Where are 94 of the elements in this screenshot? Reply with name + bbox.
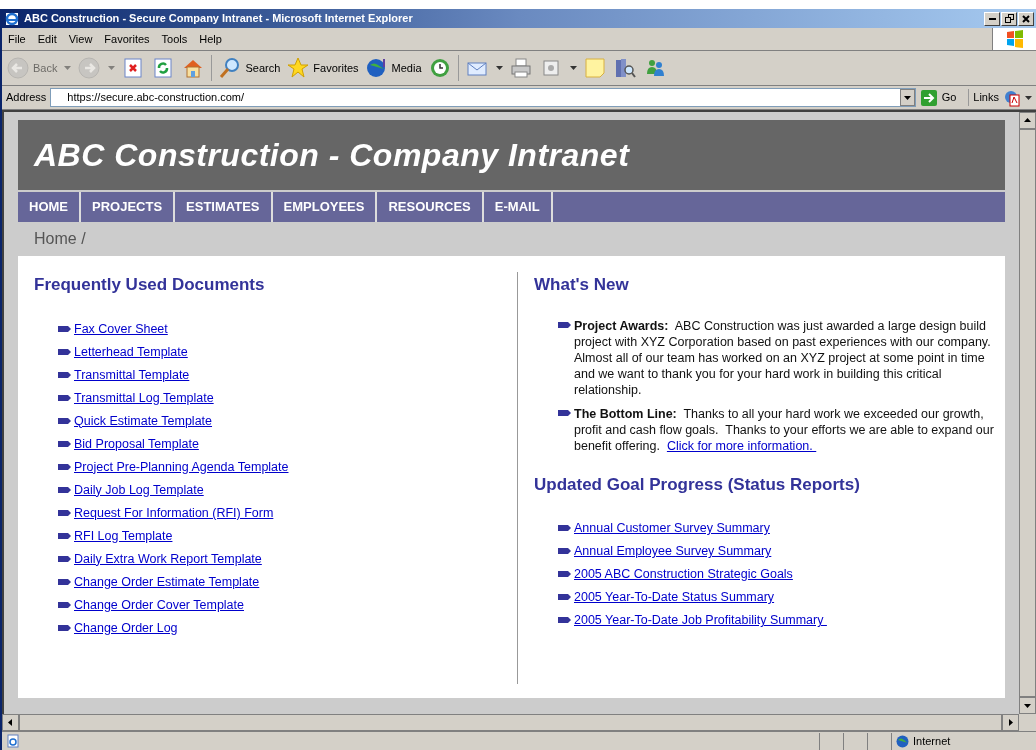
restore-button[interactable] — [1001, 11, 1017, 26]
bullet-icon — [558, 617, 571, 623]
scroll-right-icon[interactable] — [1002, 714, 1019, 731]
section-heading: What's New — [534, 274, 630, 296]
document-link[interactable]: Transmittal Template — [74, 365, 190, 384]
scroll-left-icon[interactable] — [2, 714, 19, 731]
nav-tab[interactable]: E-MAIL — [483, 192, 553, 222]
pdf-icon[interactable] — [1003, 88, 1021, 107]
bullet-icon — [58, 601, 71, 608]
dropdown-arrow-icon — [108, 66, 116, 70]
favorites-button[interactable]: Favorites — [286, 56, 359, 80]
menu-item[interactable]: Help — [193, 30, 228, 48]
globe-icon — [896, 734, 909, 748]
document-link[interactable]: Letterhead Template — [74, 342, 188, 361]
site-title: ABC Construction - Company Intranet — [34, 136, 630, 175]
dropdown-arrow-icon[interactable] — [903, 95, 911, 100]
section-heading: Frequently Used Documents — [34, 274, 266, 296]
bullet-icon — [558, 409, 571, 416]
print-button[interactable] — [508, 56, 533, 80]
bullet-icon — [558, 571, 571, 577]
note-icon — [582, 56, 607, 80]
document-link[interactable]: Change Order Cover Template — [74, 595, 244, 614]
document-link[interactable]: Annual Employee Survey Summary — [574, 542, 772, 560]
nav-tab[interactable]: EMPLOYEES — [272, 192, 378, 222]
document-link[interactable]: 2005 ABC Construction Strategic Goals — [574, 565, 793, 583]
document-link[interactable]: 2005 Year-To-Date Job Profitability Summary — [574, 611, 827, 629]
news-paragraph: The Bottom Line: Thanks to all your hard work we exceeded our growth, profit and cash flow goals. Thanks to your efforts we are able to expand our benefit offering. Click for more information. — [574, 405, 995, 454]
dropdown-arrow-icon — [569, 66, 577, 70]
bullet-icon — [58, 463, 71, 470]
menu-item[interactable]: Favorites — [98, 30, 156, 48]
bullet-icon — [58, 440, 71, 447]
bullet-icon — [558, 525, 571, 531]
window-title: ABC Construction - Secure Company Intranet - Microsoft Internet Explorer — [24, 11, 413, 27]
nav-tab[interactable]: ESTIMATES — [175, 192, 273, 222]
menu-item[interactable]: View — [62, 30, 99, 48]
document-link[interactable]: Fax Cover Sheet — [74, 319, 168, 338]
document-link[interactable]: Bid Proposal Template — [74, 434, 199, 453]
menu-item[interactable]: Edit — [31, 30, 63, 48]
more-info-link[interactable]: Click for more information. — [666, 438, 817, 453]
section-heading: Updated Goal Progress (Status Reports) — [534, 473, 861, 496]
star-icon — [286, 56, 311, 80]
document-link[interactable]: Request For Information (RFI) Form — [74, 503, 274, 522]
address-field[interactable]: https://secure.abc-construction.com/ — [50, 88, 916, 107]
bullet-icon — [58, 486, 71, 493]
scroll-down-icon[interactable] — [1019, 697, 1036, 714]
nav-tab[interactable]: HOME — [18, 192, 81, 222]
news-paragraph: Project Awards: ABC Construction was just awarded a large design build project with XYZ Corporation based on past experiences with our company. Almost all of our team has worked on an XYZ project at some point in time and we want to thank you for your hard work in building this critical relationship. — [574, 317, 992, 398]
dropdown-arrow-icon — [64, 66, 72, 70]
scroll-up-icon[interactable] — [1019, 112, 1036, 129]
address-label: Address — [6, 90, 47, 106]
url-text: https://secure.abc-construction.com/ — [67, 90, 245, 106]
bullet-icon — [58, 509, 71, 516]
restore-icon — [1004, 14, 1014, 23]
bullet-icon — [58, 532, 71, 539]
document-link[interactable]: Change Order Estimate Template — [74, 572, 260, 591]
printer-icon — [508, 56, 533, 80]
page-icon — [6, 734, 20, 748]
document-link[interactable]: Project Pre-Planning Agenda Template — [74, 457, 289, 476]
browser-icon — [4, 10, 20, 27]
dropdown-arrow-icon — [495, 66, 503, 70]
go-button[interactable]: Go — [919, 88, 965, 107]
document-link[interactable]: RFI Log Template — [74, 526, 173, 545]
zone-label: Internet — [913, 733, 951, 749]
bullet-icon — [58, 417, 71, 424]
document-link[interactable]: Change Order Log — [74, 618, 178, 637]
bullet-icon — [58, 624, 71, 631]
bullet-icon — [558, 548, 571, 554]
bullet-icon — [558, 594, 571, 600]
bullet-icon — [58, 555, 71, 562]
document-link[interactable]: Daily Extra Work Report Template — [74, 549, 262, 568]
media-button[interactable]: Media — [364, 56, 422, 80]
bullet-icon — [58, 371, 71, 378]
bullet-icon — [558, 321, 571, 328]
links-button[interactable]: Links — [968, 89, 999, 106]
dropdown-arrow-icon[interactable] — [1025, 95, 1032, 100]
document-link[interactable]: Transmittal Log Template — [74, 388, 214, 407]
bullet-icon — [58, 394, 71, 401]
minimize-icon — [988, 17, 996, 20]
document-link[interactable]: Annual Customer Survey Summary — [574, 519, 770, 537]
breadcrumb: Home / — [34, 229, 86, 249]
close-icon — [1022, 14, 1030, 23]
document-link[interactable]: Daily Job Log Template — [74, 480, 204, 499]
nav-tab[interactable]: RESOURCES — [377, 192, 484, 222]
document-link[interactable]: Quick Estimate Template — [74, 411, 213, 430]
close-button[interactable] — [1018, 11, 1034, 26]
menu-item[interactable]: Tools — [155, 30, 194, 48]
minimize-button[interactable] — [984, 11, 1000, 26]
menu-item[interactable]: File — [2, 30, 32, 48]
bullet-icon — [58, 578, 71, 585]
bullet-icon — [58, 325, 71, 332]
search-button[interactable]: Search — [218, 56, 281, 80]
nav-tab[interactable]: PROJECTS — [81, 192, 176, 222]
bullet-icon — [58, 348, 71, 355]
document-link[interactable]: 2005 Year-To-Date Status Summary — [574, 588, 775, 606]
